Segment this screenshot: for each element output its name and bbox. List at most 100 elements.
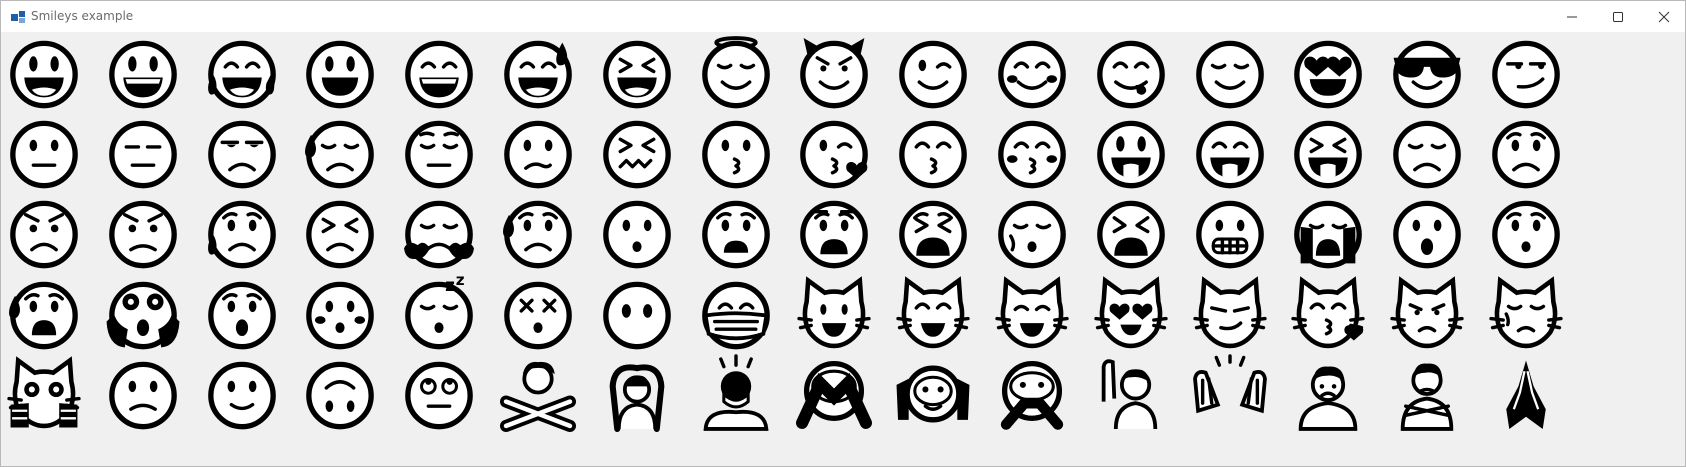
- smirking-face-icon: [1492, 40, 1560, 109]
- emoji-cat-wry-smile: [1177, 271, 1283, 357]
- emoji-anguished-face: [683, 190, 789, 276]
- emoji-cat-tears-of-joy: [979, 271, 1085, 357]
- emoji-smiling-cat-heart-eyes: [1078, 271, 1184, 357]
- person-gesturing-ok-icon: [609, 364, 665, 432]
- svg-text:z: z: [456, 271, 465, 289]
- person-raising-hand-icon: [1101, 359, 1158, 429]
- smiling-face-heart-eyes-icon: [1294, 40, 1363, 109]
- emoji-smiling-face-big-eyes: [287, 30, 393, 116]
- person-pouting-icon: [1400, 363, 1454, 431]
- face-with-tongue-icon: [1096, 120, 1165, 189]
- neutral-face-icon: [10, 120, 78, 189]
- loudly-crying-face-icon: [1294, 201, 1363, 269]
- emoji-dizzy-face: [485, 271, 591, 357]
- anguished-face-icon: [701, 201, 770, 269]
- downcast-sweat-face-icon: [305, 120, 375, 189]
- face-with-medical-mask-icon: [701, 281, 770, 349]
- anxious-sweat-face-icon: [9, 281, 78, 349]
- flushed-face-icon: [306, 281, 375, 349]
- face-screaming-fear-icon: [106, 281, 180, 349]
- emoji-grimacing-face: [1177, 190, 1283, 276]
- grinning-sweat-face-icon: [504, 40, 572, 109]
- fearful-face-icon: [800, 201, 869, 269]
- emoji-tired-face: [1078, 190, 1184, 276]
- emoji-face-without-mouth: [584, 271, 690, 357]
- weary-face-icon: [899, 201, 968, 269]
- emoji-winking-face: [880, 30, 986, 116]
- emoji-kissing-smiling-eyes: [880, 110, 986, 196]
- smiling-face-smiling-eyes-icon: [998, 40, 1066, 109]
- emoji-grinning-face: [1, 30, 97, 116]
- emoji-pouting-face: [90, 190, 196, 276]
- person-raising-both-hands-icon: [1192, 354, 1267, 414]
- grinning-cat-icon: [797, 275, 872, 348]
- emoji-face-savoring-food: [1078, 30, 1184, 116]
- emoji-squinting-tongue-face: [1275, 110, 1381, 196]
- face-rolling-eyes-icon: [405, 361, 474, 430]
- emoji-angry-face: [1, 190, 97, 276]
- grinning-cat-smiling-eyes-icon: [896, 275, 970, 348]
- emoji-crying-face: [189, 190, 295, 276]
- emoji-person-pouting: [1374, 351, 1480, 437]
- emoji-face-with-tongue: [1078, 110, 1184, 196]
- emoji-sleepy-face: [979, 190, 1085, 276]
- emoji-confounded-face: [584, 110, 690, 196]
- emoji-face-with-steam: [386, 190, 492, 276]
- see-no-evil-monkey-icon: [796, 360, 873, 429]
- minimize-button[interactable]: [1549, 1, 1595, 32]
- emoji-frowning-open-mouth: [584, 190, 690, 276]
- emoji-worried-face: [1473, 110, 1579, 196]
- expressionless-face-icon: [108, 120, 177, 189]
- face-blowing-kiss-icon: [800, 120, 869, 189]
- emoji-slightly-frowning-face: [90, 351, 196, 437]
- winking-tongue-face-icon: [1195, 120, 1264, 189]
- close-button[interactable]: [1641, 1, 1685, 32]
- person-frowning-icon: [1299, 366, 1358, 431]
- disappointed-face-icon: [1393, 120, 1462, 189]
- emoji-downcast-sweat-face: [287, 110, 393, 196]
- emoji-grinning-cat-smiling-eyes: [880, 271, 986, 357]
- emoji-face-with-medical-mask: [683, 271, 789, 357]
- pouting-cat-icon: [1390, 275, 1464, 348]
- confused-face-icon: [504, 120, 572, 189]
- app-icon: [11, 11, 25, 23]
- emoji-upside-down-face: [287, 351, 393, 437]
- winking-face-icon: [899, 40, 968, 109]
- emoji-smirking-face: [1473, 30, 1579, 116]
- smiling-cat-heart-eyes-icon: [1094, 275, 1168, 348]
- squinting-tongue-face-icon: [1294, 120, 1363, 189]
- emoji-disappointed-face: [1374, 110, 1480, 196]
- maximize-button[interactable]: [1595, 1, 1641, 32]
- emoji-see-no-evil-monkey: [781, 351, 887, 437]
- relieved-face-icon: [1195, 40, 1264, 109]
- emoji-grinning-face-big-eyes: [90, 30, 196, 116]
- emoji-persevering-face: [287, 190, 393, 276]
- grinning-face-big-eyes-icon: [108, 40, 177, 109]
- sleeping-face-icon: zz: [405, 271, 474, 349]
- title-bar[interactable]: Smileys example: [1, 1, 1685, 32]
- cat-wry-smile-icon: [1192, 275, 1267, 348]
- emoji-pouting-cat: [1374, 271, 1480, 357]
- smiling-face-halo-icon: [701, 36, 770, 109]
- kissing-cat-icon: [1291, 275, 1366, 348]
- emoji-person-raising-hand: [1078, 351, 1184, 437]
- folded-hands-icon: [1506, 360, 1546, 429]
- person-bowing-icon: [703, 354, 769, 431]
- emoji-weary-cat: [1, 351, 97, 437]
- persevering-face-icon: [306, 201, 375, 269]
- emoji-smiling-face-horns: [781, 30, 887, 116]
- emoji-relieved-face: [1177, 30, 1283, 116]
- emoji-rolling-laughing-face: [189, 30, 295, 116]
- kissing-smiling-eyes-icon: [899, 120, 968, 189]
- person-gesturing-no-icon: [500, 361, 576, 432]
- slightly-smiling-face-icon: [207, 361, 276, 430]
- grinning-face-icon: [10, 40, 78, 109]
- sad-relieved-face-icon: [503, 201, 572, 269]
- astonished-face-icon: [207, 281, 276, 349]
- face-with-steam-icon: [404, 201, 475, 269]
- pouting-face-icon: [108, 201, 177, 269]
- unamused-face-icon: [207, 120, 276, 189]
- emoji-speak-no-evil-monkey: [979, 351, 1085, 437]
- pensive-face-icon: [405, 120, 474, 189]
- cat-tears-of-joy-icon: [995, 275, 1069, 348]
